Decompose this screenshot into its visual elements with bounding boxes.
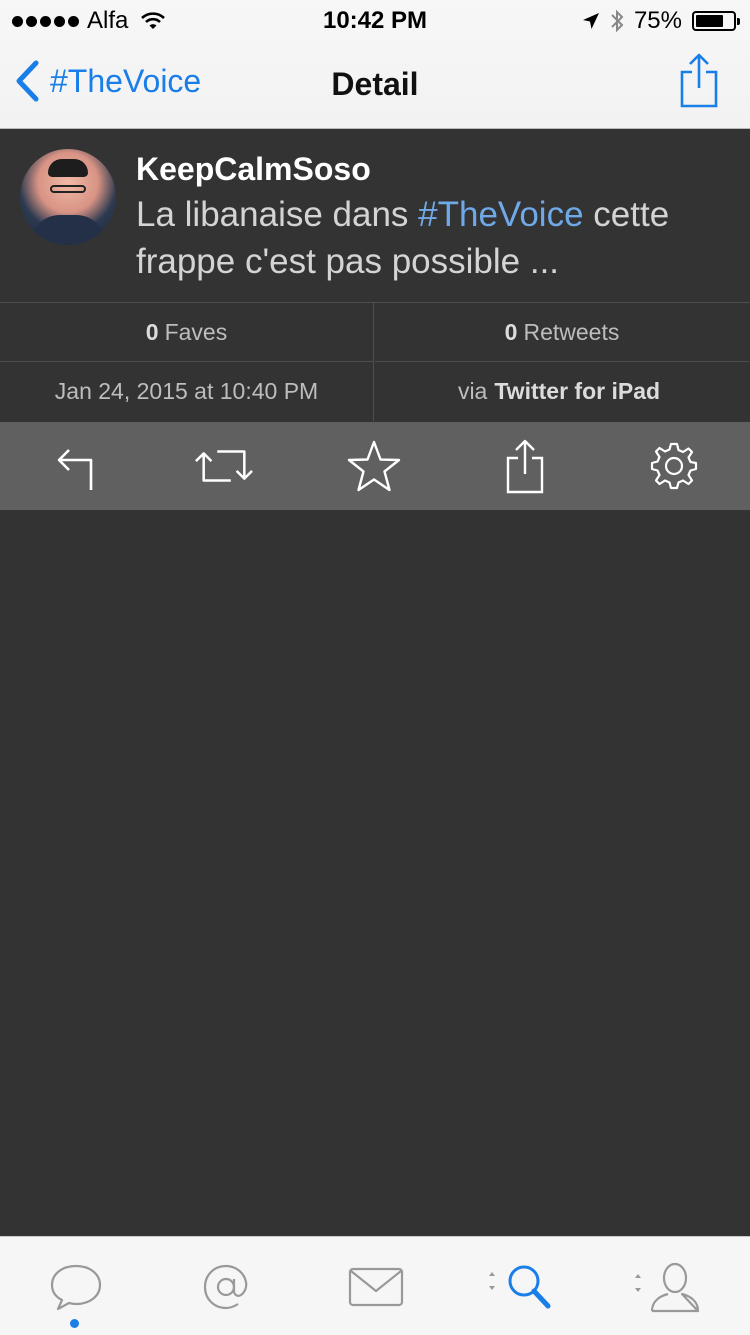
favorite-button[interactable] — [344, 436, 404, 496]
via-prefix: via — [457, 378, 488, 404]
share-button[interactable] — [678, 52, 720, 113]
tweet-username[interactable]: KeepCalmSoso — [136, 151, 371, 188]
battery-icon — [692, 11, 740, 31]
tweet-hashtag-link[interactable]: #TheVoice — [418, 195, 583, 234]
tweet-stats: 0 Faves 0 Retweets Jan 24, 2015 at 10:40 P… — [0, 303, 750, 421]
unread-indicator — [70, 1319, 79, 1328]
tab-search[interactable] — [478, 1257, 558, 1317]
gear-icon — [650, 442, 698, 490]
tab-bar — [0, 1236, 750, 1335]
tab-profile[interactable] — [626, 1257, 706, 1317]
share-icon — [506, 439, 544, 494]
profile-icon — [635, 1262, 700, 1313]
faves-label: Faves — [164, 318, 228, 345]
retweets-stat[interactable]: 0 Retweets — [375, 303, 749, 362]
tab-timeline[interactable] — [36, 1257, 116, 1317]
settings-button[interactable] — [644, 436, 704, 496]
tweet-timestamp: Jan 24, 2015 at 10:40 PM — [0, 362, 374, 421]
retweets-count: 0 — [504, 318, 518, 345]
reply-button[interactable] — [45, 436, 105, 496]
share-icon — [680, 53, 718, 108]
reply-icon — [57, 449, 93, 490]
faves-stat[interactable]: 0 Faves — [0, 303, 374, 362]
tweet-text-before: La libanaise dans — [136, 195, 419, 234]
retweet-icon — [195, 450, 253, 482]
top-bar: Alfa 10:42 PM 75% #TheVoice Detail — [0, 0, 750, 129]
navigation-bar: #TheVoice Detail — [0, 40, 750, 128]
tweet-client: via Twitter for iPad — [375, 362, 749, 421]
page-title: Detail — [331, 66, 419, 102]
envelope-icon — [348, 1267, 404, 1307]
battery-percent: 75% — [633, 7, 682, 34]
avatar[interactable] — [20, 149, 116, 245]
tweet-text: La libanaise dans #TheVoice cette frappe… — [136, 191, 736, 285]
at-sign-icon — [203, 1264, 248, 1310]
star-icon — [347, 440, 401, 492]
location-arrow-icon — [582, 13, 599, 29]
tweet-actions-toolbar — [0, 422, 750, 510]
speech-bubble-icon — [50, 1264, 102, 1311]
retweet-button[interactable] — [194, 436, 254, 496]
search-icon — [489, 1265, 551, 1309]
client-name: Twitter for iPad — [494, 378, 661, 404]
share-tweet-button[interactable] — [495, 436, 555, 496]
faves-count: 0 — [145, 318, 159, 345]
tweet-detail: KeepCalmSoso La libanaise dans #TheVoice… — [0, 129, 750, 303]
status-bar: Alfa 10:42 PM 75% — [0, 0, 750, 40]
tab-messages[interactable] — [336, 1257, 416, 1317]
tab-mentions[interactable] — [186, 1257, 266, 1317]
bluetooth-icon — [611, 9, 624, 33]
retweets-label: Retweets — [523, 318, 620, 345]
